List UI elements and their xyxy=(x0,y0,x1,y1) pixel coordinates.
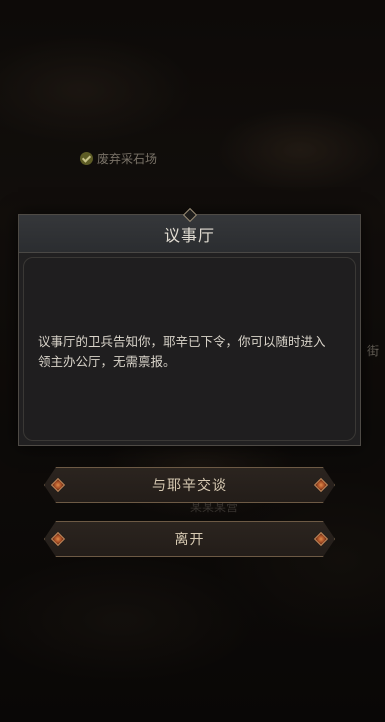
check-icon xyxy=(80,152,93,165)
option-label: 离开 xyxy=(174,532,205,548)
dialog-header: 议事厅 xyxy=(19,207,360,253)
dialog-text: 议事厅的卫兵告知你，耶辛已下令，你可以随时进入领主办公厅，无需禀报。 xyxy=(38,334,326,369)
talk-option-button[interactable]: 与耶辛交谈 xyxy=(44,467,335,503)
gem-icon xyxy=(314,478,328,492)
gem-icon xyxy=(51,478,65,492)
gem-icon xyxy=(51,532,65,546)
gem-icon xyxy=(314,532,328,546)
dialog-title: 议事厅 xyxy=(163,225,215,245)
dialog-body: 议事厅的卫兵告知你，耶辛已下令，你可以随时进入领主办公厅，无需禀报。 xyxy=(23,257,356,441)
map-location-marker[interactable]: 废弃采石场 xyxy=(80,150,157,167)
map-location-label: 废弃采石场 xyxy=(97,152,158,166)
option-label: 与耶辛交谈 xyxy=(152,478,227,494)
event-dialog: 议事厅 议事厅的卫兵告知你，耶辛已下令，你可以随时进入领主办公厅，无需禀报。 xyxy=(18,207,361,446)
map-label-fragment: 街 xyxy=(366,344,379,358)
leave-option-button[interactable]: 离开 xyxy=(44,521,335,557)
